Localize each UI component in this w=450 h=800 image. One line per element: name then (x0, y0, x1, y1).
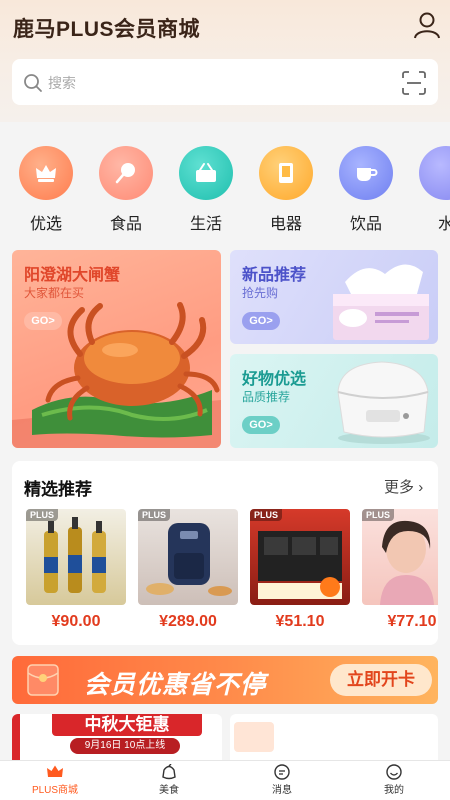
category-item-appliance[interactable]: 电器 (256, 146, 316, 234)
banner-subtitle: 品质推荐 (242, 390, 291, 404)
tab-plus-mall[interactable]: PLUS商城 (10, 764, 100, 796)
scan-icon[interactable] (401, 70, 427, 96)
crown-icon (47, 765, 63, 777)
product-card[interactable]: PLUS ¥90.00 (26, 509, 126, 630)
open-card-button[interactable]: 立即开卡 (330, 664, 432, 696)
product-image-oil: PLUS (26, 509, 126, 605)
banner-crab[interactable]: 阳澄湖大闸蟹 大家都在买 GO> (12, 250, 221, 448)
tablet-icon (259, 146, 313, 200)
promo-card-right[interactable] (230, 714, 438, 760)
product-price: ¥77.10 (387, 613, 437, 630)
tissue-image (333, 264, 429, 340)
basket-icon (179, 146, 233, 200)
category-item-life[interactable]: 生活 (176, 146, 236, 234)
red-envelope-icon (27, 664, 59, 696)
header: 鹿马PLUS会员商城 搜索 (0, 0, 450, 122)
category-label: 食品 (109, 216, 142, 233)
tab-label: 消息 (272, 785, 292, 796)
plus-tag: PLUS (138, 509, 171, 521)
rice-cooker-image (337, 361, 430, 444)
product-price: ¥289.00 (159, 613, 217, 630)
promo-title: 中秋大钜惠 (52, 714, 202, 736)
recommend-section: 精选推荐 更多 › PLUS ¥90.00 PLUS ¥289.00 PLUS … (12, 461, 438, 645)
product-card[interactable]: PLUS ¥289.00 (138, 509, 238, 630)
section-title: 精选推荐 (24, 480, 92, 499)
product-price: ¥90.00 (51, 613, 101, 630)
go-button[interactable]: GO> (242, 312, 280, 330)
search-bar[interactable]: 搜索 (12, 59, 438, 105)
category-item-drink[interactable]: 饮品 (336, 146, 396, 234)
message-icon (274, 764, 290, 780)
plus-tag: PLUS (26, 509, 59, 521)
category-item-youxuan[interactable]: 优选 (16, 146, 76, 234)
category-label: 优选 (29, 216, 62, 233)
category-label: 生活 (189, 216, 222, 233)
search-placeholder: 搜索 (48, 75, 76, 91)
user-icon[interactable] (412, 10, 442, 40)
banner-good-products[interactable]: 好物优选 品质推荐 GO> (230, 354, 438, 448)
product-card[interactable]: PLUS ¥77.10 (362, 509, 438, 630)
tab-food[interactable]: 美食 (124, 764, 214, 796)
chevron-right-icon: › (418, 479, 424, 496)
plus-tag: PLUS (362, 509, 395, 521)
banner-new-products[interactable]: 新品推荐 抢先购 GO> (230, 250, 438, 344)
crab-image (12, 302, 221, 448)
tab-label: 美食 (159, 785, 179, 796)
tab-label: 我的 (384, 785, 404, 796)
page-title: 鹿马PLUS会员商城 (13, 18, 201, 41)
category-row: 优选 食品 生活 电器 饮品 水 (0, 122, 450, 240)
banner-subtitle: 抢先购 (242, 286, 279, 300)
food-icon (162, 764, 176, 780)
plus-tag: PLUS (250, 509, 283, 521)
category-item-food[interactable]: 食品 (96, 146, 156, 234)
cup-icon (339, 146, 393, 200)
product-image-cosmetics: PLUS (362, 509, 438, 605)
product-price: ¥51.10 (275, 613, 325, 630)
crown-icon (19, 146, 73, 200)
product-image-airfryer: PLUS (138, 509, 238, 605)
promo-logo (234, 722, 274, 752)
lollipop-icon (99, 146, 153, 200)
more-link[interactable]: 更多 › (384, 476, 423, 497)
promo-subtitle: 9月16日 10点上线 (70, 738, 180, 754)
banner-title: 好物优选 (242, 371, 307, 388)
category-label: 水 (437, 216, 450, 233)
promo-decoration (12, 714, 20, 760)
more-label: 更多 (384, 479, 415, 496)
search-icon (24, 74, 42, 92)
banner-title: 新品推荐 (242, 267, 307, 284)
promo-mid-autumn[interactable]: 中秋大钜惠 9月16日 10点上线 (12, 714, 222, 760)
smile-icon (386, 764, 402, 780)
tab-messages[interactable]: 消息 (237, 764, 327, 796)
tab-bar: PLUS商城 美食 消息 我的 (0, 760, 450, 800)
category-label: 电器 (269, 216, 302, 233)
category-label: 饮品 (349, 216, 382, 233)
product-card[interactable]: PLUS ¥51.10 (250, 509, 350, 630)
product-image-snacks: PLUS (250, 509, 350, 605)
member-slogan: 会员优惠省不停 (84, 671, 267, 699)
water-icon (419, 146, 450, 200)
go-button[interactable]: GO> (242, 416, 280, 434)
member-banner[interactable]: 会员优惠省不停 立即开卡 (12, 656, 438, 704)
tab-label: PLUS商城 (31, 785, 79, 796)
category-item-water[interactable]: 水 (416, 146, 450, 234)
tab-mine[interactable]: 我的 (349, 764, 439, 796)
